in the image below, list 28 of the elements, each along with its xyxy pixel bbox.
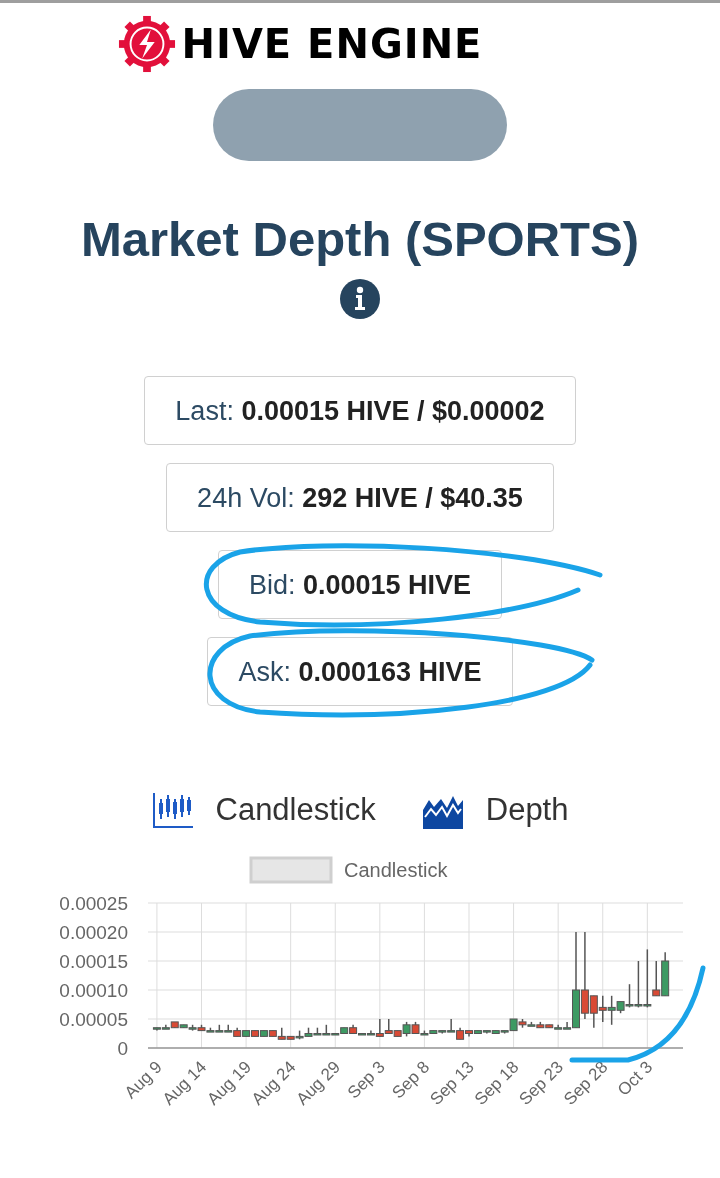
y-axis-label: 0.00005 [59,1009,128,1030]
y-axis-label: 0.00020 [59,922,128,943]
y-axis-label: 0.00015 [59,951,128,972]
x-axis-label: Aug 9 [120,1057,166,1103]
legend-label: Candlestick [344,859,448,881]
stat-text: 24h Vol: 292 HIVE / $40.35 [197,482,523,513]
candlestick [661,951,670,997]
candlestick-icon [151,791,194,829]
y-axis-label: 0 [117,1038,128,1059]
y-axis-label: 0.00010 [59,980,128,1001]
brand-name: HIVE ENGINE [181,21,483,67]
gear-bolt-logo-icon [117,15,176,73]
page-title: Market Depth (SPORTS) [80,211,640,267]
candlestick [224,1024,233,1033]
stat-text: Last: 0.00015 HIVE / $0.00002 [175,395,545,426]
candlestick [598,995,607,1023]
stat-text: Ask: 0.000163 HIVE [238,656,482,687]
x-axis-label: Sep 3 [343,1057,389,1103]
x-axis-label: Oct 3 [614,1057,657,1100]
chart-type-button[interactable]: Candlestick [151,790,376,830]
chart-type-button[interactable]: Depth [421,790,569,830]
candlestick [313,1026,322,1036]
y-axis-label: 0.00025 [59,893,128,914]
info-icon[interactable] [340,279,380,319]
candlestick [233,1026,242,1038]
stat-text: Bid: 0.00015 HIVE [248,569,472,600]
candlestick [215,1024,224,1033]
candlestick [304,1026,313,1038]
